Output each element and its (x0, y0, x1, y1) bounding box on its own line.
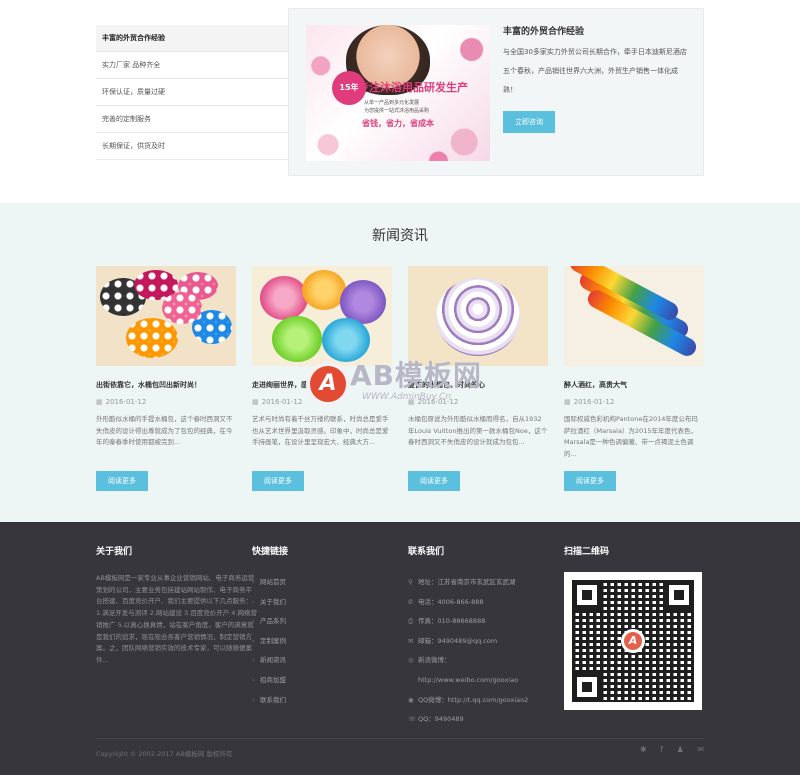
footer-links: 快捷链接 网站首页 关于我们 产品系列 定制案例 新闻资讯 招商加盟 联系我们 (252, 544, 288, 710)
news-card: 复古的水桶包，时尚的心 ▦ 2016-01-12 水桶包原说为外形酷似水桶而得名，… (408, 266, 548, 491)
news-date: ▦ 2016-01-12 (408, 398, 548, 406)
facebook-icon[interactable]: f (660, 745, 663, 754)
news-date-text: 2016-01-12 (261, 398, 303, 406)
calendar-icon: ▦ (252, 398, 259, 406)
location-icon: ⚲ (408, 578, 413, 586)
news-date-text: 2016-01-12 (417, 398, 459, 406)
news-title[interactable]: 醉人酒红，高贵大气 (564, 380, 704, 390)
read-more-button[interactable]: 阅读更多 (252, 471, 304, 491)
panel-description: 与全国30多家实力外贸公司长期合作，牵手日本迪斯尼酒店五个春秋，产品销往世界六大… (503, 48, 687, 94)
footer-about-title: 关于我们 (96, 547, 133, 557)
footer-links-title: 快捷链接 (252, 547, 289, 557)
news-date-text: 2016-01-12 (105, 398, 147, 406)
read-more-button[interactable]: 阅读更多 (564, 471, 616, 491)
footer-contact: 联系我们 ⚲ 地址：江苏省南京市玄武区玄武湖 ✆ 电话：4006-866-888 ⎙… (408, 544, 528, 730)
calendar-icon: ▦ (564, 398, 571, 406)
user-icon[interactable]: ♟ (677, 745, 684, 754)
footer-divider (96, 738, 704, 739)
feature-panel: 15年 专注沐浴用品研发生产 从单一产品到多元化发展 为您提供一站式沐浴用品采购… (288, 8, 704, 176)
news-card: 出街依靠它，水桶包凹出新时尚！ ▦ 2016-01-12 外形酷似水桶的手提水桶包… (96, 266, 236, 491)
contact-email[interactable]: ✉ 邮箱：9490489@qq.com (408, 632, 528, 652)
weibo-icon: ◎ (408, 656, 414, 665)
tab-experience[interactable]: 丰富的外贸合作经验 (96, 25, 288, 52)
contact-phone: ✆ 电话：4006-866-888 (408, 593, 528, 613)
tab-variety[interactable]: 实力厂家 品种齐全 (96, 52, 288, 79)
footer-link-cases[interactable]: 定制案例 (252, 632, 288, 652)
qr-finder (572, 672, 602, 702)
promo-image: 15年 专注沐浴用品研发生产 从单一产品到多元化发展 为您提供一站式沐浴用品采购… (306, 25, 490, 161)
tab-customization[interactable]: 完善的定制服务 (96, 106, 288, 133)
news-date: ▦ 2016-01-12 (96, 398, 236, 406)
news-heading: 新闻资讯 (372, 228, 428, 244)
footer-link-news[interactable]: 新闻资讯 (252, 651, 288, 671)
news-excerpt: 水桶包原说为外形酷似水桶而得名，自从1932年Louis Vuitton推出的第… (408, 415, 548, 446)
qr-code-pattern: A (572, 580, 694, 702)
footer-link-franchise[interactable]: 招商加盟 (252, 671, 288, 691)
footer-about: 关于我们 AB模板网是一家专业从事企业营销网站、电子商务运营策划的公司，主要业务… (96, 544, 258, 667)
footer-qr: 扫描二维码 (564, 544, 609, 573)
contact-weibo: ◎ 新浪微博： (408, 651, 528, 671)
news-image-bags[interactable] (96, 266, 236, 366)
mail-social-icon[interactable]: ✉ (697, 745, 704, 754)
footer-link-contact[interactable]: 联系我们 (252, 691, 288, 711)
fax-icon: ⎙ (408, 617, 414, 626)
news-section: 新闻资讯 出街依靠它，水桶包凹出新时尚！ ▦ 2016-01-12 外形酷似水桶的… (0, 203, 800, 522)
consult-button[interactable]: 立即咨询 (503, 111, 555, 133)
footer-link-about[interactable]: 关于我们 (252, 593, 288, 613)
calendar-icon: ▦ (408, 398, 415, 406)
contact-qq: ☏ QQ：9490489 (408, 710, 528, 730)
qr-logo-icon: A (621, 629, 645, 653)
promo-headline: 专注沐浴用品研发生产 (358, 81, 468, 94)
contact-fax: ⎙ 传真：010-88668888 (408, 612, 528, 632)
news-card: 醉人酒红，高贵大气 ▦ 2016-01-12 国际权威色彩机构Pantone在20… (564, 266, 704, 491)
promo-tagline: 省钱，省力，省成本 (362, 119, 434, 128)
news-image-purple-sponge[interactable] (408, 266, 548, 366)
news-image-rainbow-scrubbers[interactable] (564, 266, 704, 366)
news-date: ▦ 2016-01-12 (564, 398, 704, 406)
feature-tabs: 丰富的外贸合作经验 实力厂家 品种齐全 环保认证，质量过硬 完善的定制服务 长期… (96, 25, 288, 160)
news-title[interactable]: 走进绚丽世界，感受艺术魅力 (252, 380, 392, 390)
contact-weibo-url[interactable]: http://www.weibo.com/gooxiao (408, 671, 528, 691)
chat-icon: ☏ (408, 715, 417, 724)
promo-subline-2: 为您提供一站式沐浴用品采购 (364, 108, 430, 114)
promo-subline-1: 从单一产品到多元化发展 (364, 100, 420, 106)
qr-finder (664, 580, 694, 610)
footer-link-products[interactable]: 产品系列 (252, 612, 288, 632)
contact-qq-weibo[interactable]: ◉ QQ微博：http://t.qq.com/gooxiao2 (408, 691, 528, 711)
read-more-button[interactable]: 阅读更多 (408, 471, 460, 491)
footer-about-text: AB模板网是一家专业从事企业营销网站、电子商务运营策划的公司，主要业务包括建站网… (96, 574, 258, 664)
phone-icon: ✆ (408, 597, 414, 606)
qr-code: A (564, 572, 702, 710)
copyright: Copyright © 2002-2017 AB模板网 版权所有 (96, 750, 233, 758)
news-image-sponges[interactable] (252, 266, 392, 366)
mail-icon: ✉ (408, 636, 414, 645)
social-links: ✱ f ♟ ✉ (640, 745, 715, 754)
news-date-text: 2016-01-12 (573, 398, 615, 406)
news-excerpt: 艺术与时尚有着千丝万缕的联系，时尚总是爱手也从艺术世界里汲取灵感。印象中，时尚总… (252, 415, 389, 446)
tab-quality[interactable]: 环保认证，质量过硬 (96, 79, 288, 106)
news-excerpt: 国际权威色彩机构Pantone在2014年度公布玛萨拉酒红（Marsala）为2… (564, 415, 698, 458)
qr-finder (572, 580, 602, 610)
news-title[interactable]: 复古的水桶包，时尚的心 (408, 380, 548, 390)
panel-title: 丰富的外贸合作经验 (503, 27, 585, 37)
contact-address: ⚲ 地址：江苏省南京市玄武区玄武湖 (408, 573, 528, 593)
weibo-social-icon[interactable]: ✱ (640, 745, 647, 754)
news-excerpt: 外形酷似水桶的手提水桶包，这个春时西洞又不失俏皮的设计得出尊就成为了包包的经典，… (96, 415, 233, 446)
news-title[interactable]: 出街依靠它，水桶包凹出新时尚！ (96, 380, 236, 390)
news-date: ▦ 2016-01-12 (252, 398, 392, 406)
calendar-icon: ▦ (96, 398, 103, 406)
read-more-button[interactable]: 阅读更多 (96, 471, 148, 491)
features-section: 丰富的外贸合作经验 实力厂家 品种齐全 环保认证，质量过硬 完善的定制服务 长期… (0, 0, 800, 203)
qq-icon: ◉ (408, 695, 414, 704)
tab-supply[interactable]: 长期保证，供货及时 (96, 133, 288, 160)
footer-qr-title: 扫描二维码 (564, 547, 610, 557)
footer-contact-title: 联系我们 (408, 547, 445, 557)
news-card: 走进绚丽世界，感受艺术魅力 ▦ 2016-01-12 艺术与时尚有着千丝万缕的联系… (252, 266, 392, 491)
footer-link-home[interactable]: 网站首页 (252, 573, 288, 593)
